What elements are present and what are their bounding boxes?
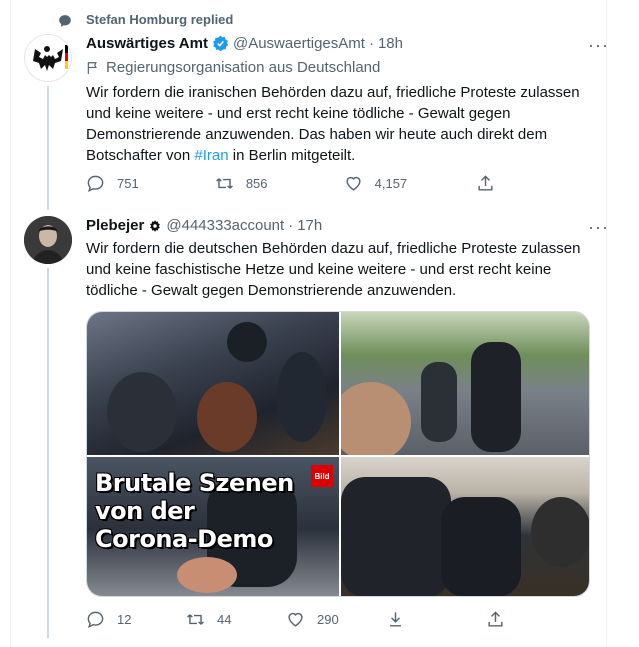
dot-separator: ·: [368, 35, 374, 52]
retweet-button[interactable]: 44: [186, 610, 246, 629]
org-label-text: Regierungsorganisation aus Deutschland: [106, 59, 381, 76]
retweet-count: 856: [245, 176, 268, 191]
reply-icon: [87, 611, 104, 628]
more-options-icon[interactable]: ···: [588, 35, 609, 56]
flag-icon: [87, 61, 97, 74]
lock-gear-icon: [150, 219, 161, 232]
tweet-header: Plebejer @444333account · 17h: [86, 217, 322, 234]
media-photo[interactable]: [87, 312, 339, 455]
like-count: 4,157: [374, 176, 408, 191]
photo-shape: [197, 382, 257, 452]
heart-icon: [346, 176, 361, 191]
reply-icon: [87, 175, 104, 192]
photo-shape: [177, 557, 237, 593]
share-button[interactable]: [486, 610, 546, 629]
thread-connector: [47, 86, 49, 210]
avatar[interactable]: [24, 216, 72, 264]
photo-shape: [107, 372, 177, 452]
timestamp[interactable]: 18h: [378, 35, 403, 52]
thread-connector: [47, 268, 49, 638]
media-headline: Brutale Szenen von der Corona-Demo: [95, 469, 294, 553]
tweet-text: Wir fordern die deutschen Behörden dazu …: [86, 240, 581, 299]
author-handle[interactable]: @444333account: [166, 217, 284, 234]
action-bar: 12 44 290: [86, 610, 546, 629]
reply-button[interactable]: 751: [86, 174, 146, 193]
media-headline-line: Corona-Demo: [95, 525, 273, 553]
reply-count: 12: [117, 612, 132, 627]
like-button[interactable]: 290: [286, 610, 346, 629]
social-context[interactable]: Stefan Homburg replied: [54, 12, 233, 27]
author-handle[interactable]: @AuswaertigesAmt: [233, 35, 365, 52]
verified-badge-icon: [212, 35, 229, 52]
download-icon: [389, 612, 402, 627]
reply-count: 751: [117, 176, 139, 191]
author-name[interactable]: Plebejer: [86, 217, 144, 234]
share-icon: [488, 611, 503, 627]
replied-label: Stefan Homburg replied: [86, 12, 234, 27]
retweet-icon: [215, 178, 233, 189]
hashtag-link[interactable]: #Iran: [194, 147, 228, 164]
like-button[interactable]: 4,157: [344, 174, 408, 193]
retweet-button[interactable]: 856: [215, 174, 275, 193]
tweet-text: Wir fordern die iranischen Behörden dazu…: [86, 82, 606, 166]
photo-shape: [277, 352, 327, 442]
share-button[interactable]: [476, 174, 536, 193]
photo-shape: [341, 382, 411, 455]
photo-shape: [227, 322, 267, 362]
download-button[interactable]: [386, 610, 446, 629]
photo-shape: [421, 362, 457, 442]
retweet-icon: [187, 614, 204, 625]
timestamp[interactable]: 17h: [297, 217, 322, 234]
org-label: Regierungsorganisation aus Deutschland: [86, 59, 380, 76]
avatar[interactable]: [24, 34, 72, 82]
media-headline-line: von der: [95, 497, 195, 525]
person-avatar-icon: [24, 216, 72, 264]
bild-logo: Bild: [311, 465, 333, 487]
share-icon: [478, 175, 493, 191]
photo-shape: [531, 497, 589, 567]
media-headline-line: Brutale Szenen: [95, 469, 294, 497]
speech-bubble-icon: [59, 15, 71, 27]
media-photo[interactable]: [341, 457, 589, 596]
photo-shape: [441, 497, 521, 596]
action-bar: 751 856 4,157: [86, 174, 536, 193]
reply-button[interactable]: 12: [86, 610, 146, 629]
like-count: 290: [317, 612, 339, 627]
media-photo[interactable]: [341, 312, 589, 455]
photo-shape: [341, 477, 451, 596]
eagle-logo-icon: [33, 45, 68, 71]
tweet-header: Auswärtiges Amt @AuswaertigesAmt · 18h: [86, 35, 403, 52]
tweet-text-part: in Berlin mitgeteilt.: [228, 147, 356, 164]
retweet-count: 44: [217, 612, 232, 627]
more-options-icon[interactable]: ···: [588, 217, 609, 238]
media-photo[interactable]: Brutale Szenen von der Corona-Demo Bild: [87, 457, 339, 596]
media-grid[interactable]: Brutale Szenen von der Corona-Demo Bild: [86, 311, 590, 597]
photo-shape: [471, 342, 521, 452]
author-name[interactable]: Auswärtiges Amt: [86, 35, 208, 52]
heart-icon: [288, 612, 303, 627]
dot-separator: ·: [288, 217, 294, 234]
